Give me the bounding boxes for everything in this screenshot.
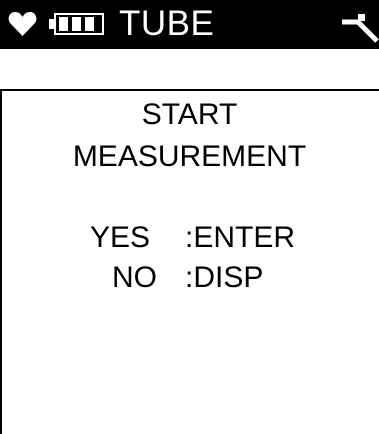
- device-screen: TUBE START MEASUREMENT YES :ENTER NO :DI…: [0, 0, 379, 434]
- signal-icon: [342, 14, 379, 43]
- yes-option-key: :ENTER: [185, 221, 296, 254]
- prompt-line-2: MEASUREMENT: [72, 140, 307, 173]
- status-title: TUBE: [119, 4, 215, 43]
- header-divider: [0, 89, 379, 91]
- yes-option-label: YES: [90, 221, 151, 254]
- heart-icon: [8, 12, 37, 36]
- no-option-key: :DISP: [185, 261, 264, 294]
- start-measurement-prompt: START MEASUREMENT: [0, 94, 379, 178]
- prompt-line-1: START: [141, 98, 238, 131]
- status-bar: TUBE: [0, 0, 379, 49]
- battery-icon: [49, 13, 104, 35]
- no-option-label: NO: [112, 261, 157, 294]
